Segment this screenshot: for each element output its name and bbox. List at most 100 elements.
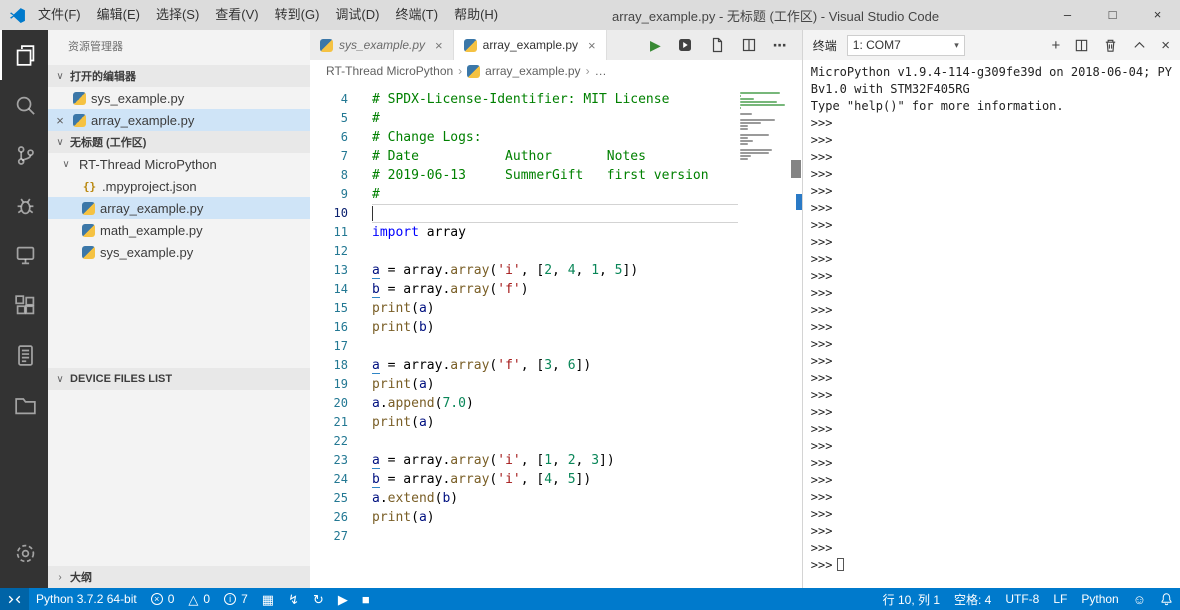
- code-line-26[interactable]: 26 print(a): [310, 508, 738, 527]
- minimap[interactable]: [738, 82, 790, 588]
- python-interpreter[interactable]: Python 3.7.2 64-bit: [29, 588, 144, 610]
- code-line-19[interactable]: 19 print(a): [310, 375, 738, 394]
- code-line-18[interactable]: 18 a = array.array('f', [3, 6]): [310, 356, 738, 375]
- device-flash[interactable]: ↯: [281, 588, 306, 610]
- device-files-header[interactable]: ∨ DEVICE FILES LIST: [48, 368, 310, 390]
- code-line-10[interactable]: 10: [310, 204, 738, 223]
- close-icon[interactable]: ×: [588, 38, 596, 53]
- settings-button[interactable]: [0, 528, 48, 578]
- device-download[interactable]: ▦: [255, 588, 281, 610]
- breadcrumb-item[interactable]: …: [595, 64, 607, 78]
- menu-item-3[interactable]: 查看(V): [207, 0, 266, 30]
- device-sync[interactable]: ↻: [306, 588, 331, 610]
- split-editor-button[interactable]: [741, 37, 757, 53]
- tab-array_example.py[interactable]: array_example.py ×: [453, 30, 607, 60]
- terminal-picker[interactable]: 1: COM7 ▾: [846, 34, 965, 56]
- code-line-25[interactable]: 25 a.extend(b): [310, 489, 738, 508]
- code-line-13[interactable]: 13 a = array.array('i', [2, 4, 1, 5]): [310, 261, 738, 280]
- code-line-23[interactable]: 23 a = array.array('i', [1, 2, 3]): [310, 451, 738, 470]
- split-terminal-button[interactable]: [1074, 38, 1089, 53]
- device-run[interactable]: ▶: [331, 588, 355, 610]
- source-control-view-button[interactable]: [0, 130, 48, 180]
- code-line-16[interactable]: 16 print(b): [310, 318, 738, 337]
- menu-item-0[interactable]: 文件(F): [30, 0, 89, 30]
- editor-scrollbar[interactable]: [789, 82, 802, 588]
- errors[interactable]: × 0: [144, 588, 182, 610]
- code-line-21[interactable]: 21 print(a): [310, 413, 738, 432]
- minimize-button[interactable]: –: [1045, 0, 1090, 30]
- cursor-position[interactable]: 行 10, 列 1: [876, 588, 947, 610]
- panel-tab-terminal[interactable]: 终端: [813, 37, 837, 54]
- code-area[interactable]: 4 # SPDX-License-Identifier: MIT License 5…: [310, 82, 738, 588]
- tree-item-math_example.py[interactable]: math_example.py: [48, 219, 310, 241]
- menu-item-4[interactable]: 转到(G): [267, 0, 328, 30]
- infos[interactable]: i7: [217, 588, 255, 610]
- code-token: ,: [552, 358, 568, 373]
- encoding[interactable]: UTF-8: [998, 588, 1046, 610]
- indentation[interactable]: 空格: 4: [947, 588, 998, 610]
- code-line-22[interactable]: 22: [310, 432, 738, 451]
- code-line-5[interactable]: 5 #: [310, 109, 738, 128]
- code-line-7[interactable]: 7 # Date Author Notes: [310, 147, 738, 166]
- feedback[interactable]: ☺: [1126, 588, 1153, 610]
- breadcrumb-item[interactable]: RT-Thread MicroPython: [326, 64, 453, 78]
- menu-item-2[interactable]: 选择(S): [148, 0, 207, 30]
- open-file-button[interactable]: [709, 37, 725, 53]
- more-actions-button[interactable]: ⋯: [773, 37, 788, 54]
- device-files-body: [48, 390, 310, 566]
- menu-item-1[interactable]: 编辑(E): [89, 0, 148, 30]
- device-view-button[interactable]: [0, 230, 48, 280]
- report-view-button[interactable]: [0, 330, 48, 380]
- code-token: 5: [567, 472, 576, 487]
- open-editor-item-sys_example.py[interactable]: sys_example.py: [48, 87, 310, 109]
- code-line-27[interactable]: 27: [310, 527, 738, 546]
- run-file-button[interactable]: ▶: [650, 37, 661, 54]
- outline-header[interactable]: › 大纲: [48, 566, 310, 588]
- search-view-button[interactable]: [0, 80, 48, 130]
- warnings[interactable]: △ 0: [181, 588, 217, 610]
- notifications[interactable]: [1153, 588, 1180, 610]
- menu-item-6[interactable]: 终端(T): [387, 0, 446, 30]
- tree-folder-RT-Thread MicroPython[interactable]: ∨ RT-Thread MicroPython: [48, 153, 310, 175]
- menu-item-5[interactable]: 调试(D): [327, 0, 387, 30]
- code-line-11[interactable]: 11 import array: [310, 223, 738, 242]
- kill-terminal-button[interactable]: [1103, 38, 1118, 53]
- close-panel-button[interactable]: ×: [1161, 37, 1170, 54]
- code-line-8[interactable]: 8 # 2019-06-13 SummerGift first version: [310, 166, 738, 185]
- device-stop[interactable]: ■: [355, 588, 377, 610]
- run-device-button[interactable]: [677, 37, 693, 53]
- language-mode[interactable]: Python: [1074, 588, 1125, 610]
- code-line-12[interactable]: 12: [310, 242, 738, 261]
- terminal-body[interactable]: MicroPython v1.9.4-114-g309fe39d on 2018…: [803, 60, 1180, 588]
- code-line-4[interactable]: 4 # SPDX-License-Identifier: MIT License: [310, 90, 738, 109]
- tree-item-array_example.py[interactable]: array_example.py: [48, 197, 310, 219]
- code-line-6[interactable]: 6 # Change Logs:: [310, 128, 738, 147]
- code-line-9[interactable]: 9 #: [310, 185, 738, 204]
- open-editors-header[interactable]: ∨ 打开的编辑器: [48, 65, 310, 87]
- code-line-14[interactable]: 14 b = array.array('f'): [310, 280, 738, 299]
- tree-item-.mpyproject.json[interactable]: {} .mpyproject.json: [48, 175, 310, 197]
- extensions-view-button[interactable]: [0, 280, 48, 330]
- close-icon[interactable]: ×: [435, 38, 443, 53]
- maximize-button[interactable]: □: [1090, 0, 1135, 30]
- close-icon[interactable]: ×: [52, 113, 68, 128]
- maximize-panel-button[interactable]: [1132, 38, 1147, 53]
- explorer-view-button[interactable]: [0, 30, 48, 80]
- folder-view-button[interactable]: [0, 380, 48, 430]
- code-line-20[interactable]: 20 a.append(7.0): [310, 394, 738, 413]
- open-editor-item-array_example.py[interactable]: × array_example.py: [48, 109, 310, 131]
- code-token: print: [372, 510, 412, 525]
- workspace-header[interactable]: ∨ 无标题 (工作区): [48, 131, 310, 153]
- code-line-17[interactable]: 17: [310, 337, 738, 356]
- remote-indicator[interactable]: [0, 588, 29, 610]
- close-button[interactable]: ×: [1135, 0, 1180, 30]
- menu-item-7[interactable]: 帮助(H): [446, 0, 506, 30]
- code-line-15[interactable]: 15 print(a): [310, 299, 738, 318]
- tab-sys_example.py[interactable]: sys_example.py ×: [310, 30, 454, 60]
- code-line-24[interactable]: 24 b = array.array('i', [4, 5]): [310, 470, 738, 489]
- debug-view-button[interactable]: [0, 180, 48, 230]
- new-terminal-button[interactable]: +: [1051, 37, 1060, 54]
- eol[interactable]: LF: [1046, 588, 1074, 610]
- breadcrumb-item[interactable]: array_example.py: [485, 64, 580, 78]
- tree-item-sys_example.py[interactable]: sys_example.py: [48, 241, 310, 263]
